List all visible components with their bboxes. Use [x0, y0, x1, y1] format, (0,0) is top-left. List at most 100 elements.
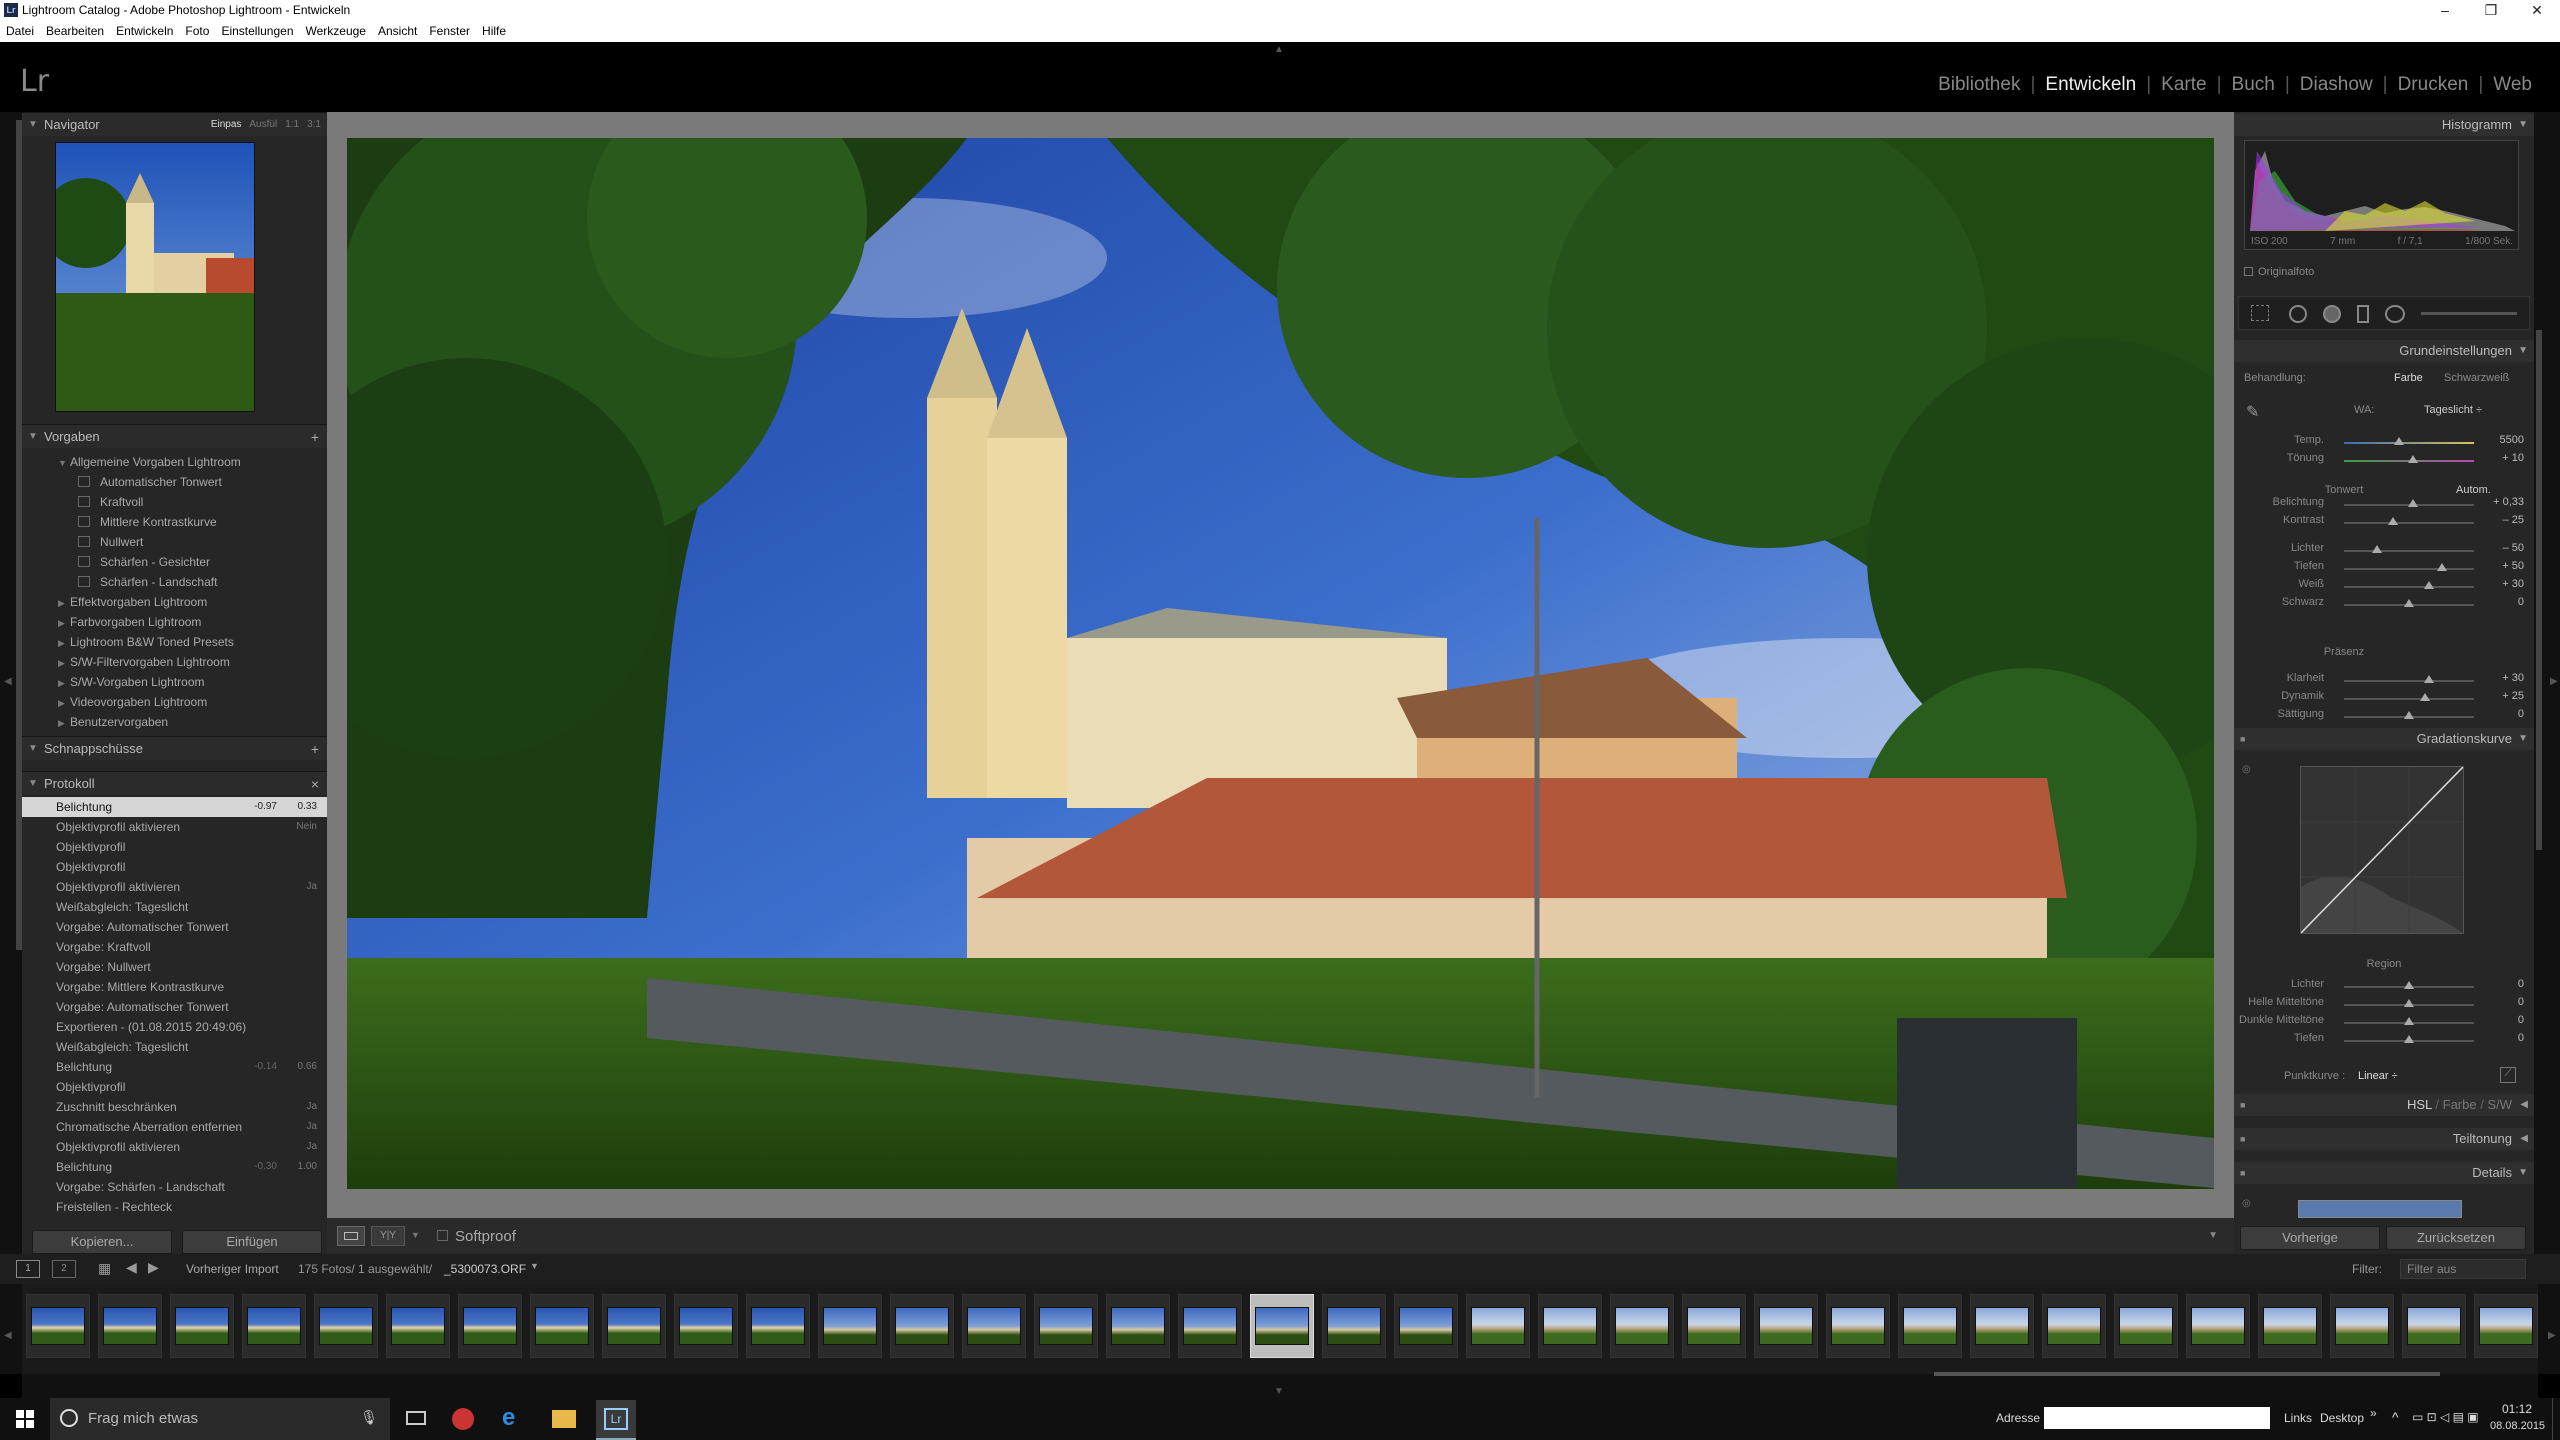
- slider-track[interactable]: [2344, 442, 2474, 444]
- expanded-arrow-icon[interactable]: ▼: [58, 453, 70, 473]
- panel-switch-icon[interactable]: ■: [2240, 728, 2245, 750]
- basic-slider[interactable]: Kontrast – 25: [2234, 514, 2534, 532]
- windows-start-icon[interactable]: [16, 1410, 34, 1428]
- menu-foto[interactable]: Foto: [179, 22, 215, 38]
- slider-track[interactable]: [2344, 680, 2474, 682]
- basic-slider[interactable]: Schwarz 0: [2234, 596, 2534, 614]
- spot-removal-icon[interactable]: [2289, 305, 2307, 323]
- filmstrip-thumbnail[interactable]: [1034, 1294, 1098, 1358]
- slider-track[interactable]: [2344, 568, 2474, 570]
- slider-knob[interactable]: [2404, 999, 2414, 1007]
- module-bibliothek[interactable]: Bibliothek: [1928, 74, 2030, 96]
- links-toolbar[interactable]: Links: [2284, 1411, 2312, 1425]
- preset-item[interactable]: Schärfen - Landschaft: [22, 572, 327, 592]
- history-step[interactable]: Objektivprofil aktivieren Ja: [22, 1137, 327, 1157]
- address-input[interactable]: [2044, 1407, 2270, 1429]
- module-diashow[interactable]: Diashow: [2290, 74, 2383, 96]
- history-step[interactable]: Vorgabe: Kraftvoll: [22, 937, 327, 957]
- filmstrip-thumbnail[interactable]: [1754, 1294, 1818, 1358]
- bw-tab[interactable]: S/W: [2487, 1097, 2512, 1112]
- basic-slider[interactable]: Tönung + 10: [2234, 452, 2534, 470]
- slider-track[interactable]: [2344, 550, 2474, 552]
- filmstrip-thumbnail[interactable]: [1610, 1294, 1674, 1358]
- filmstrip-thumbnail[interactable]: [2042, 1294, 2106, 1358]
- history-step[interactable]: Belichtung -0.97 0.33: [22, 797, 327, 817]
- paste-settings-button[interactable]: Einfügen: [182, 1230, 322, 1254]
- original-photo-toggle[interactable]: Originalfoto: [2244, 266, 2314, 278]
- toolbar-menu-icon[interactable]: ▼: [2208, 1230, 2218, 1241]
- filmstrip-thumbnail[interactable]: [1898, 1294, 1962, 1358]
- slider-knob[interactable]: [2404, 981, 2414, 989]
- add-preset-button[interactable]: +: [311, 425, 319, 449]
- details-header[interactable]: ■ Details ▼: [2234, 1162, 2534, 1184]
- hsl-header[interactable]: ■ HSL / Farbe / S/W ◀: [2234, 1094, 2534, 1116]
- maximize-button[interactable]: ❐: [2468, 0, 2514, 22]
- basic-slider[interactable]: Tiefen + 50: [2234, 560, 2534, 578]
- history-step[interactable]: Vorgabe: Schärfen - Landschaft: [22, 1177, 327, 1197]
- grid-view-icon[interactable]: ▦: [98, 1260, 111, 1277]
- softproof-checkbox[interactable]: [437, 1230, 448, 1241]
- history-step[interactable]: Objektivprofil: [22, 857, 327, 877]
- preset-item[interactable]: ▶ Effektvorgaben Lightroom: [22, 592, 327, 612]
- second-window-icon[interactable]: 2: [52, 1260, 76, 1278]
- filmstrip-thumbnail[interactable]: [1682, 1294, 1746, 1358]
- file-explorer-icon[interactable]: [552, 1410, 576, 1428]
- collapsed-arrow-icon[interactable]: ▶: [58, 693, 70, 713]
- region-slider[interactable]: Lichter 0: [2234, 978, 2534, 996]
- collapsed-arrow-icon[interactable]: ▶: [58, 633, 70, 653]
- clock-time[interactable]: 01:12: [2502, 1402, 2532, 1416]
- filmstrip-filename[interactable]: _5300073.ORF: [444, 1262, 526, 1276]
- preset-item[interactable]: Automatischer Tonwert: [22, 472, 327, 492]
- basic-slider[interactable]: Dynamik + 25: [2234, 690, 2534, 708]
- history-step[interactable]: Vorgabe: Automatischer Tonwert: [22, 917, 327, 937]
- loupe-view-icon[interactable]: [337, 1226, 365, 1246]
- target-adjustment-icon[interactable]: ◎: [2242, 1198, 2251, 1209]
- preset-item[interactable]: ▶ Farbvorgaben Lightroom: [22, 612, 327, 632]
- slider-track[interactable]: [2344, 586, 2474, 588]
- add-snapshot-button[interactable]: +: [311, 737, 319, 761]
- filmstrip-thumbnail[interactable]: [1826, 1294, 1890, 1358]
- history-step[interactable]: Freistellen - Rechteck: [22, 1197, 327, 1217]
- slider-knob[interactable]: [2388, 517, 2399, 525]
- history-header[interactable]: ▼ Protokoll ×: [22, 771, 327, 795]
- tone-curve-header[interactable]: ■ Gradationskurve ▼: [2234, 728, 2534, 750]
- treatment-bw-option[interactable]: Schwarzweiß: [2444, 372, 2509, 384]
- histogram-chart[interactable]: ISO 200 7 mm f / 7,1 1/800 Sek.: [2244, 140, 2519, 250]
- collapse-arrow-icon[interactable]: ▼: [28, 113, 38, 137]
- slider-knob[interactable]: [2404, 1035, 2414, 1043]
- filmstrip-thumbnail[interactable]: [1970, 1294, 2034, 1358]
- preset-item[interactable]: ▼ Allgemeine Vorgaben Lightroom: [22, 452, 327, 472]
- filmstrip-thumbnail[interactable]: [2114, 1294, 2178, 1358]
- filmstrip-thumbnail[interactable]: [2330, 1294, 2394, 1358]
- task-view-icon[interactable]: [406, 1411, 426, 1425]
- expand-arrow-icon[interactable]: ◀: [2520, 1094, 2528, 1116]
- wb-preset-select[interactable]: Tageslicht ÷: [2424, 404, 2482, 416]
- filmstrip-thumbnail[interactable]: [2474, 1294, 2538, 1358]
- cortana-search-box[interactable]: Frag mich etwas 🎙: [50, 1398, 390, 1440]
- basic-slider[interactable]: Sättigung 0: [2234, 708, 2534, 726]
- filmstrip-thumbnail[interactable]: [1322, 1294, 1386, 1358]
- before-after-dropdown-icon[interactable]: ▼: [411, 1230, 420, 1240]
- filmstrip-thumbnail[interactable]: [26, 1294, 90, 1358]
- filmstrip-thumbnail[interactable]: [2186, 1294, 2250, 1358]
- preset-item[interactable]: ▶ S/W-Vorgaben Lightroom: [22, 672, 327, 692]
- histogram-header[interactable]: Histogramm ▼: [2234, 114, 2534, 136]
- left-panel-toggle-icon[interactable]: ◀: [4, 676, 12, 687]
- collapse-arrow-icon[interactable]: ▼: [28, 772, 38, 796]
- history-step[interactable]: Belichtung -0.14 0.66: [22, 1057, 327, 1077]
- slider-knob[interactable]: [2393, 437, 2404, 445]
- history-step[interactable]: Vorgabe: Automatischer Tonwert: [22, 997, 327, 1017]
- history-step[interactable]: Vorgabe: Mittlere Kontrastkurve: [22, 977, 327, 997]
- collapse-arrow-icon[interactable]: ▼: [2518, 340, 2528, 362]
- top-panel-toggle-icon[interactable]: ▲: [1274, 44, 1284, 55]
- preset-item[interactable]: ▶ S/W-Filtervorgaben Lightroom: [22, 652, 327, 672]
- detail-preview[interactable]: [2298, 1200, 2462, 1218]
- filmstrip-scroll-left-icon[interactable]: ◀: [4, 1330, 12, 1341]
- basic-slider[interactable]: Klarheit + 30: [2234, 672, 2534, 690]
- slider-track[interactable]: [2344, 698, 2474, 700]
- edit-point-curve-icon[interactable]: ⟋: [2500, 1067, 2516, 1083]
- menu-datei[interactable]: Datei: [0, 22, 40, 38]
- overflow-chevron-icon[interactable]: »: [2370, 1406, 2377, 1420]
- slider-knob[interactable]: [2407, 455, 2418, 463]
- history-step[interactable]: Objektivprofil aktivieren Nein: [22, 817, 327, 837]
